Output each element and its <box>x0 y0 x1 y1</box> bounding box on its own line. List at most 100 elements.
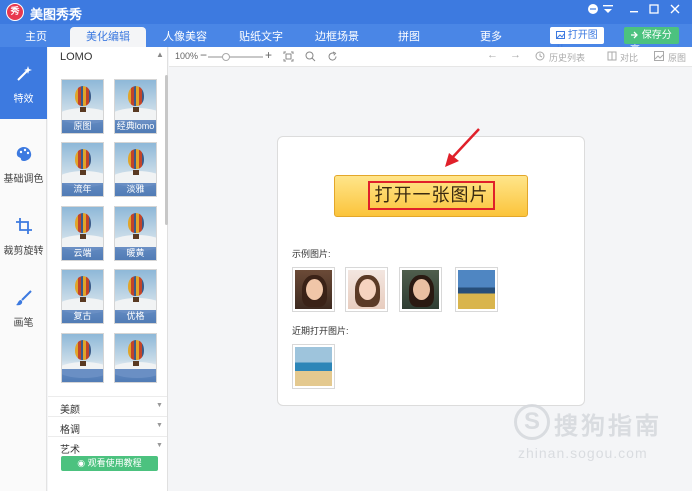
balloon-icon <box>75 213 91 233</box>
balloon-basket <box>80 234 86 239</box>
balloon-icon <box>128 340 144 360</box>
save-share-button[interactable]: 保存分享 <box>624 27 679 56</box>
tab-frames[interactable]: 边框场景 <box>302 27 372 47</box>
effect-thumbnail[interactable]: 原图 <box>61 79 104 134</box>
category-label: 艺术 <box>60 445 80 456</box>
watermark-site: zhinan.sogou.com <box>518 445 648 461</box>
title-bar: 秀 美图秀秀 <box>0 0 692 24</box>
tab-collage[interactable]: 拼图 <box>376 27 442 47</box>
zoom-in-icon[interactable]: + <box>265 48 272 62</box>
sample-image[interactable] <box>345 267 388 312</box>
sidebar-item-brush[interactable]: 画笔 <box>0 271 47 343</box>
tool-sidebar: 特效 基础调色 裁剪旋转 画笔 <box>0 47 47 491</box>
category-label: 格调 <box>60 425 80 436</box>
effect-thumbnail-label: 复古 <box>62 310 103 323</box>
balloon-basket <box>133 234 139 239</box>
balloon-icon <box>75 149 91 169</box>
sidebar-item-effects[interactable]: 特效 <box>0 47 47 119</box>
balloon-basket <box>133 107 139 112</box>
portrait-face <box>413 279 430 300</box>
sidebar-item-basic-color[interactable]: 基础调色 <box>0 127 47 199</box>
canvas-area: 打开一张图片 示例图片: 近期打开图片: S 搜狗指南 zhinan.sogou… <box>169 67 692 491</box>
balloon-icon <box>75 276 91 296</box>
chevron-up-icon[interactable]: ▲ <box>156 50 164 59</box>
palette-icon <box>16 147 31 161</box>
effect-thumbnail[interactable]: 暖黄 <box>114 206 157 261</box>
open-image-button[interactable]: 打开图片 <box>550 27 604 56</box>
main-nav: 主页 美化编辑 人像美容 贴纸文字 边框场景 拼图 更多 打开图片 保存分享 <box>0 24 692 56</box>
recent-image[interactable] <box>292 344 335 389</box>
sidebar-item-label: 基础调色 <box>3 174 44 185</box>
crop-icon <box>15 218 32 234</box>
tab-portrait[interactable]: 人像美容 <box>150 27 220 47</box>
balloon-icon <box>75 86 91 106</box>
close-icon[interactable] <box>667 3 683 19</box>
minimize-icon[interactable] <box>626 3 642 19</box>
redo-icon[interactable]: → <box>510 49 521 61</box>
effect-thumbnail[interactable]: 经典lomo <box>114 79 157 134</box>
history-list-button[interactable]: 历史列表 <box>549 51 585 64</box>
image-icon <box>556 31 565 39</box>
zoom-level: 100% <box>175 51 199 61</box>
share-icon <box>631 31 638 39</box>
sidebar-item-label: 画笔 <box>13 318 34 329</box>
effect-thumbnail-label: 原图 <box>62 120 103 133</box>
sample-image-photo <box>458 270 495 309</box>
category-row-beauty[interactable]: 美颜 ▼ <box>48 396 167 416</box>
compare-icon <box>607 51 617 61</box>
fit-screen-icon[interactable] <box>283 51 294 62</box>
recent-image-photo <box>295 347 332 386</box>
balloon-icon <box>128 149 144 169</box>
effect-thumbnail[interactable] <box>114 333 157 383</box>
original-image-button[interactable]: 原图 <box>668 51 686 64</box>
sample-image[interactable] <box>399 267 442 312</box>
category-row-style[interactable]: 格调 ▼ <box>48 416 167 436</box>
category-row-art[interactable]: 艺术 ▼ <box>48 436 167 456</box>
brush-icon <box>15 290 32 306</box>
actual-size-icon[interactable] <box>305 51 316 62</box>
menu-icon[interactable] <box>600 3 616 19</box>
effect-thumbnail[interactable]: 流年 <box>61 142 104 197</box>
balloon-basket <box>80 361 86 366</box>
recent-images-label: 近期打开图片: <box>292 326 349 336</box>
open-one-image-button[interactable]: 打开一张图片 <box>334 175 528 217</box>
zoom-out-icon[interactable]: − <box>200 48 207 62</box>
sidebar-item-crop-rotate[interactable]: 裁剪旋转 <box>0 199 47 271</box>
effects-scrollbar[interactable] <box>165 75 168 225</box>
tab-home[interactable]: 主页 <box>8 27 64 47</box>
zoom-slider[interactable] <box>208 53 263 61</box>
effects-panel: LOMO ▲ 原图 经典lomo 流年 淡雅 云端 暖黄 复古 优格 美颜 ▼ … <box>48 47 168 491</box>
magic-wand-icon <box>16 66 32 81</box>
effect-thumbnail[interactable] <box>61 333 104 383</box>
effect-thumbnail[interactable]: 云端 <box>61 206 104 261</box>
balloon-icon <box>75 340 91 360</box>
effect-thumbnail-label <box>115 369 156 382</box>
sample-image[interactable] <box>292 267 335 312</box>
tab-stickers-text[interactable]: 贴纸文字 <box>226 27 296 47</box>
history-icon <box>535 51 545 61</box>
effect-thumbnail-label: 优格 <box>115 310 156 323</box>
effect-thumbnail[interactable]: 淡雅 <box>114 142 157 197</box>
chat-icon[interactable] <box>585 3 601 19</box>
undo-icon[interactable]: ← <box>487 49 498 61</box>
effect-thumbnail-label: 流年 <box>62 183 103 196</box>
compare-button[interactable]: 对比 <box>620 51 638 64</box>
watch-tutorial-button[interactable]: ◉ 观看使用教程 <box>61 456 158 471</box>
maximize-icon[interactable] <box>646 3 662 19</box>
app-logo-icon: 秀 <box>6 3 24 21</box>
sample-image[interactable] <box>455 267 498 312</box>
tab-more[interactable]: 更多 <box>456 27 526 47</box>
balloon-basket <box>133 297 139 302</box>
tab-beautify-edit[interactable]: 美化编辑 <box>70 27 146 47</box>
zoom-slider-knob[interactable] <box>222 53 230 61</box>
app-title: 美图秀秀 <box>30 7 83 22</box>
effect-thumbnail[interactable]: 优格 <box>114 269 157 324</box>
rotate-icon[interactable] <box>327 51 338 62</box>
canvas-toolbar: 100% − + ← → 历史列表 对比 原图 <box>169 47 692 67</box>
effect-thumbnail[interactable]: 复古 <box>61 269 104 324</box>
effect-thumbnail-label <box>62 369 103 382</box>
chevron-down-icon: ▼ <box>156 422 163 429</box>
effect-thumbnail-label: 暖黄 <box>115 247 156 260</box>
balloon-icon <box>128 276 144 296</box>
portrait-face <box>306 279 323 300</box>
